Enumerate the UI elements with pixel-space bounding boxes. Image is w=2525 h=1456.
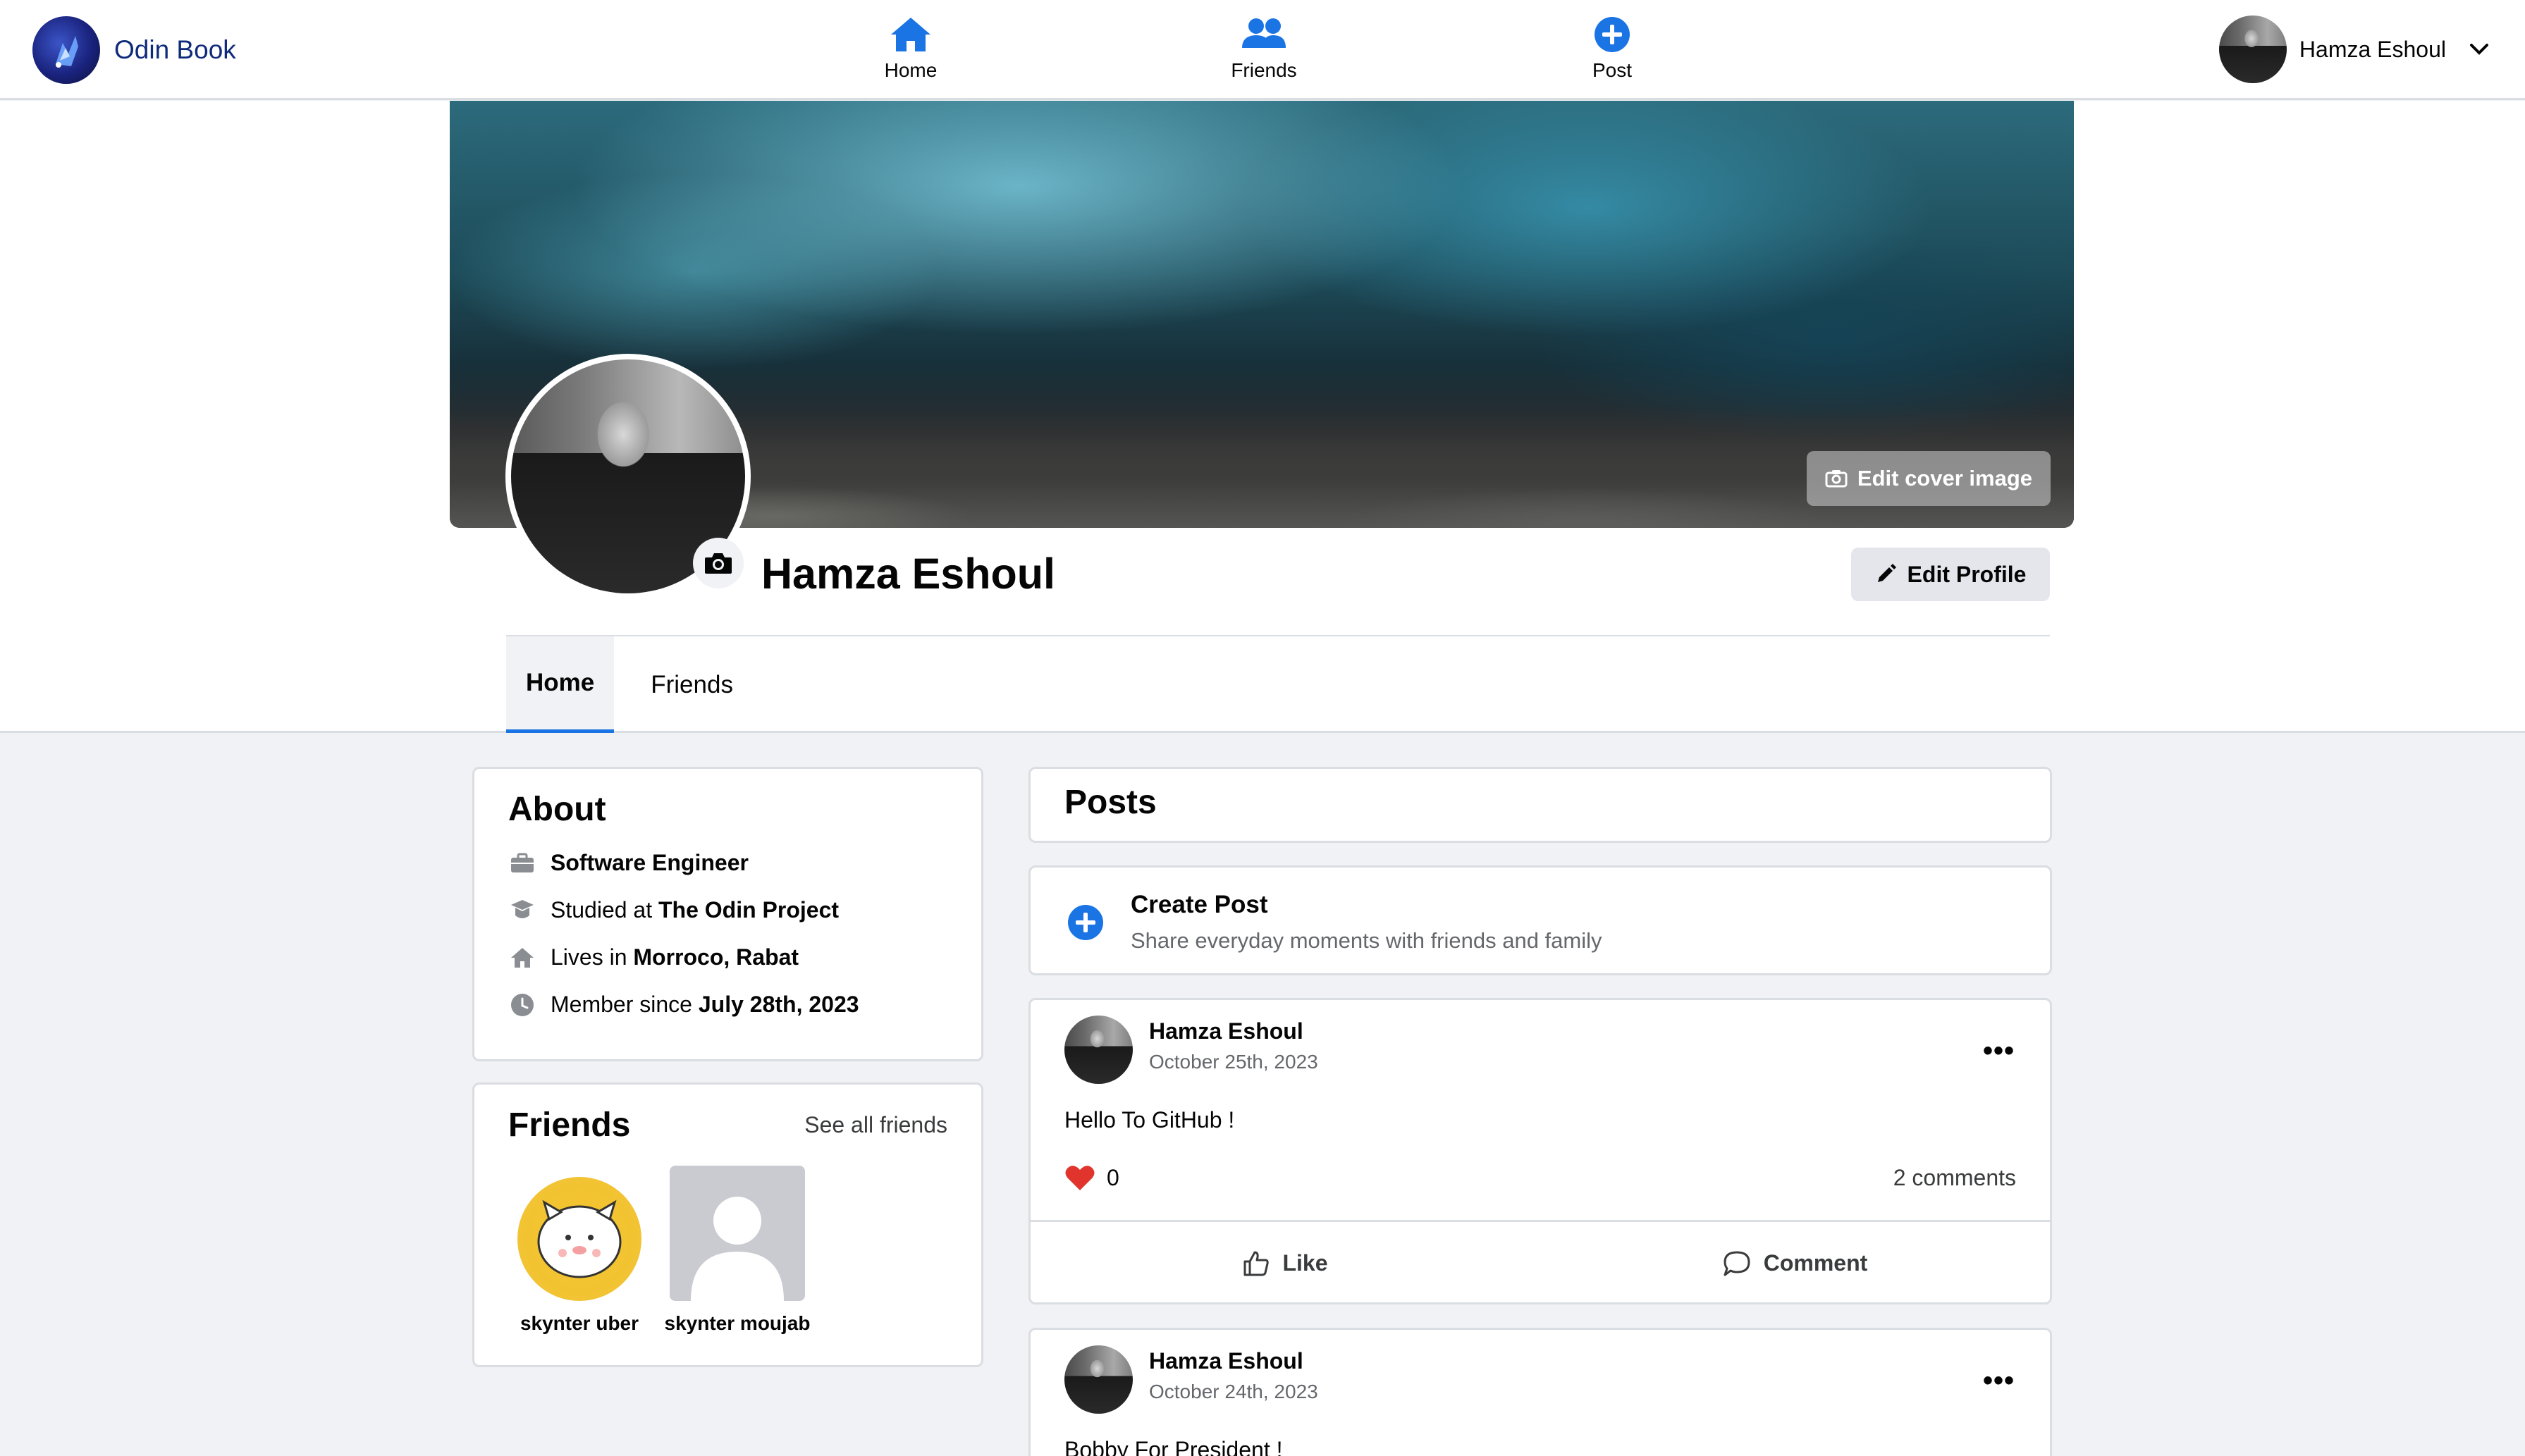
post-like-count: 0: [1107, 1164, 1119, 1190]
thumbs-up-icon: [1243, 1251, 1270, 1276]
clock-icon: [508, 993, 536, 1017]
create-post-card[interactable]: Create Post Share everyday moments with …: [1028, 865, 2052, 975]
about-member-prefix: Member since: [551, 992, 692, 1017]
about-location-value: Morroco, Rabat: [633, 944, 799, 970]
create-post-subtitle: Share everyday moments with friends and …: [1131, 928, 1602, 953]
post-options-icon[interactable]: •••: [1983, 1035, 2015, 1067]
friend-item[interactable]: skynter uber: [512, 1166, 646, 1335]
friend-avatar-placeholder: [670, 1166, 805, 1301]
friends-title: Friends: [508, 1106, 631, 1144]
friend-name: skynter uber: [520, 1312, 639, 1334]
post-author-avatar[interactable]: [1064, 1345, 1133, 1414]
chevron-down-icon: [2470, 44, 2488, 55]
plus-circle-icon: [1595, 17, 1630, 52]
post-card: Hamza Eshoul October 24th, 2023 ••• Bobb…: [1028, 1328, 2052, 1456]
friends-icon: [1242, 18, 1286, 48]
friends-card: Friends See all friends skynter uber sky…: [472, 1082, 983, 1367]
nav-post-label: Post: [1592, 59, 1633, 81]
about-member-value: July 28th, 2023: [698, 992, 859, 1017]
about-card: About Software Engineer Studied at The O…: [472, 767, 983, 1061]
post-author-avatar[interactable]: [1064, 1016, 1133, 1084]
post-text: Bobby For President !: [1064, 1437, 1283, 1456]
post-options-icon[interactable]: •••: [1983, 1365, 2015, 1397]
user-avatar: [2218, 16, 2287, 83]
home-icon: [891, 18, 930, 51]
edit-cover-button[interactable]: Edit cover image: [1806, 451, 2051, 506]
post-comment-count[interactable]: 2 comments: [1893, 1165, 2016, 1191]
comment-button[interactable]: Comment: [1540, 1222, 2050, 1304]
friend-item[interactable]: skynter moujab: [665, 1166, 810, 1335]
profile-name: Hamza Eshoul: [761, 550, 1055, 598]
friend-avatar: [517, 1177, 641, 1301]
post-card: Hamza Eshoul October 25th, 2023 ••• Hell…: [1028, 998, 2052, 1304]
post-likes: 0: [1064, 1164, 1119, 1192]
about-job: Software Engineer: [508, 850, 947, 876]
post-author[interactable]: Hamza Eshoul: [1149, 1018, 1303, 1044]
nav-friends[interactable]: Friends: [1193, 16, 1334, 82]
see-all-friends-link[interactable]: See all friends: [804, 1112, 947, 1138]
app-logo[interactable]: Odin Book: [32, 16, 236, 84]
graduation-icon: [508, 899, 536, 923]
about-title: About: [508, 791, 606, 828]
nav-friends-label: Friends: [1231, 59, 1297, 81]
user-menu-name: Hamza Eshoul: [2299, 36, 2446, 62]
comment-label: Comment: [1763, 1250, 1868, 1276]
create-post-title: Create Post: [1131, 891, 1268, 918]
pencil-icon: [1877, 564, 1896, 582]
nav-post[interactable]: Post: [1542, 16, 1683, 82]
about-location-prefix: Lives in: [551, 944, 627, 970]
friends-grid: skynter uber skynter moujab: [512, 1166, 947, 1335]
heart-icon: [1065, 1166, 1095, 1190]
odin-logo-icon: [32, 16, 100, 84]
briefcase-icon: [508, 853, 536, 874]
app-name: Odin Book: [114, 35, 236, 64]
plus-circle-icon: [1068, 905, 1103, 940]
edit-profile-button[interactable]: Edit Profile: [1851, 548, 2050, 601]
friends-header: Friends See all friends: [508, 1106, 947, 1145]
edit-cover-label: Edit cover image: [1857, 466, 2032, 491]
about-education: Studied at The Odin Project: [508, 897, 947, 923]
like-button[interactable]: Like: [1031, 1222, 1540, 1304]
post-date: October 24th, 2023: [1149, 1381, 1318, 1402]
post-actions: Like Comment: [1031, 1220, 2050, 1304]
nav-home[interactable]: Home: [840, 16, 981, 82]
house-icon: [508, 946, 536, 969]
like-label: Like: [1282, 1250, 1328, 1276]
change-avatar-button[interactable]: [693, 538, 744, 588]
about-job-value: Software Engineer: [551, 850, 749, 875]
posts-title-card: Posts: [1028, 767, 2052, 843]
post-author[interactable]: Hamza Eshoul: [1149, 1348, 1303, 1374]
about-member-since: Member since July 28th, 2023: [508, 992, 947, 1018]
camera-icon: [705, 553, 732, 574]
tab-home[interactable]: Home: [506, 636, 615, 733]
comment-icon: [1724, 1251, 1750, 1276]
tab-friends[interactable]: Friends: [614, 636, 753, 733]
user-menu[interactable]: Hamza Eshoul: [2218, 16, 2490, 83]
about-location: Lives in Morroco, Rabat: [508, 944, 947, 970]
post-date: October 25th, 2023: [1149, 1051, 1318, 1073]
profile-header: Edit cover image Hamza Eshoul Edit Profi…: [0, 101, 2525, 733]
top-navbar: Odin Book Home Friends Post Hamza Eshoul: [0, 0, 2525, 100]
about-education-prefix: Studied at: [551, 897, 653, 923]
nav-home-label: Home: [884, 59, 938, 81]
camera-icon: [1825, 470, 1848, 488]
about-education-value: The Odin Project: [658, 897, 840, 923]
post-text: Hello To GitHub !: [1064, 1107, 1235, 1133]
edit-profile-label: Edit Profile: [1907, 561, 2027, 587]
posts-title: Posts: [1064, 784, 1157, 821]
post-stats: 0 2 comments: [1064, 1164, 2016, 1192]
friend-name: skynter moujab: [664, 1312, 811, 1334]
profile-tabs: Home Friends: [506, 636, 753, 733]
